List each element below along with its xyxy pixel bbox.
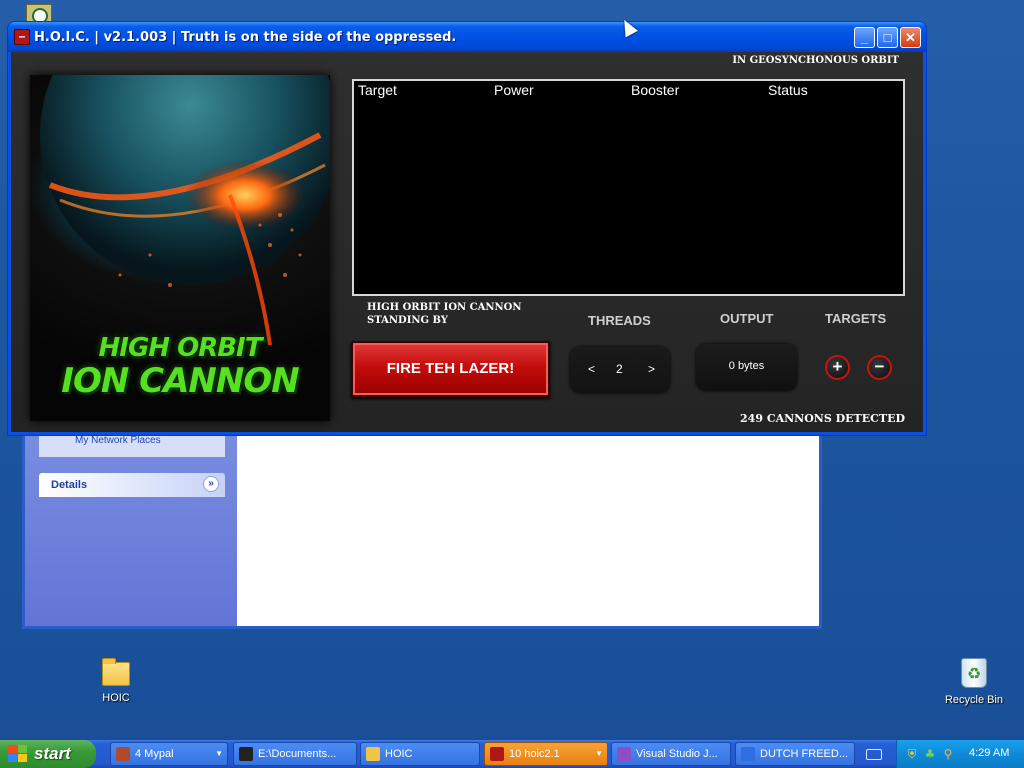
column-header-target[interactable]: Target: [358, 82, 397, 98]
security-shield-icon[interactable]: ⛨: [905, 747, 919, 761]
remove-target-button[interactable]: −: [867, 355, 892, 380]
start-button[interactable]: start: [0, 740, 96, 768]
taskbar-item-dutch-freedom[interactable]: DUTCH FREED...: [735, 742, 855, 766]
threads-increase-button[interactable]: >: [648, 362, 655, 376]
folder-icon: [102, 658, 130, 686]
output-label: OUTPUT: [720, 311, 774, 326]
taskbar: start 4 Mypal ▼ E:\Documents... HOIC 10 …: [0, 740, 1024, 768]
threads-value: 2: [616, 362, 623, 376]
output-display: 0 bytes: [696, 344, 797, 391]
targets-label: TARGETS: [825, 311, 887, 326]
folder-icon: [366, 747, 380, 761]
close-button[interactable]: ✕: [900, 27, 921, 48]
app-icon[interactable]: –: [14, 29, 30, 45]
taskbar-item-7zip[interactable]: E:\Documents...: [233, 742, 357, 766]
network-places-label: My Network Places: [75, 435, 161, 446]
document-icon: [741, 747, 755, 761]
desktop-icon-label: HOIC: [102, 692, 130, 704]
network-icon[interactable]: ♣: [923, 747, 937, 761]
taskbar-item-label: E:\Documents...: [258, 748, 337, 760]
orbit-status-label: IN GEOSYNCHONOUS ORBIT: [732, 55, 899, 66]
search-icon[interactable]: ⚲: [941, 747, 955, 761]
targets-table[interactable]: Target Power Booster Status: [352, 79, 905, 296]
start-label: start: [34, 744, 71, 763]
recycle-bin-icon: [961, 658, 987, 688]
app-icon: [490, 747, 504, 761]
keyboard-icon[interactable]: [866, 749, 882, 760]
cannon-status-text: HIGH ORBIT ION CANNON STANDING BY: [367, 302, 522, 326]
explorer-task-pane: My Network Places Details »: [25, 423, 237, 626]
taskbar-item-label: Visual Studio J...: [636, 748, 718, 760]
chevron-down-icon: ▼: [595, 749, 603, 758]
hoic-poster-image: HIGH ORBIT ION CANNON: [30, 75, 330, 421]
desktop-icon-hoic[interactable]: HOIC: [76, 658, 156, 704]
browser-icon: [116, 747, 130, 761]
windows-flag-icon: [8, 745, 28, 763]
taskbar-item-label: 4 Mypal: [135, 748, 174, 760]
taskbar-item-hoic-app[interactable]: 10 hoic2.1 ▼: [484, 742, 608, 766]
window-title: H.O.I.C. | v2.1.003 | Truth is on the si…: [34, 30, 457, 45]
chevron-down-icon: ▼: [215, 749, 223, 758]
hoic-window: – H.O.I.C. | v2.1.003 | Truth is on the …: [8, 22, 926, 435]
chevron-down-icon[interactable]: »: [203, 476, 219, 492]
maximize-button[interactable]: □: [877, 27, 898, 48]
poster-title-line2: ION CANNON: [61, 361, 299, 401]
taskbar-item-label: HOIC: [385, 748, 413, 760]
taskbar-item-hoic-folder[interactable]: HOIC: [360, 742, 480, 766]
add-target-button[interactable]: +: [825, 355, 850, 380]
desktop-icon-label: Recycle Bin: [944, 694, 1004, 706]
archive-icon: [239, 747, 253, 761]
column-header-power[interactable]: Power: [494, 82, 534, 98]
details-label: Details: [51, 479, 88, 491]
threads-label: THREADS: [588, 313, 651, 328]
taskbar-item-label: DUTCH FREED...: [760, 748, 848, 760]
taskbar-item-mypal[interactable]: 4 Mypal ▼: [110, 742, 228, 766]
explorer-window: My Network Places Details »: [22, 420, 822, 629]
taskbar-item-label: 10 hoic2.1: [509, 748, 560, 760]
desktop-shortcut-icon[interactable]: [26, 4, 52, 24]
hoic-client-area: HIGH ORBIT ION CANNON IN GEOSYNCHONOUS O…: [11, 52, 923, 432]
fire-button[interactable]: FIRE TEH LAZER!: [351, 341, 550, 397]
cannons-detected-label: 249 CANNONS DETECTED: [740, 412, 905, 425]
column-header-booster[interactable]: Booster: [631, 82, 679, 98]
column-header-status[interactable]: Status: [768, 82, 808, 98]
desktop-icon-recycle-bin[interactable]: Recycle Bin: [934, 658, 1014, 706]
threads-decrease-button[interactable]: <: [588, 362, 595, 376]
minimize-button[interactable]: _: [854, 27, 875, 48]
taskbar-item-visual-studio[interactable]: Visual Studio J...: [611, 742, 731, 766]
poster-title-line1: HIGH ORBIT: [98, 333, 263, 363]
visual-studio-icon: [617, 747, 631, 761]
threads-stepper: < 2 >: [570, 347, 670, 393]
title-bar[interactable]: – H.O.I.C. | v2.1.003 | Truth is on the …: [8, 22, 926, 52]
system-tray: ⛨ ♣ ⚲ 4:29 AM: [896, 740, 1024, 768]
details-panel-header[interactable]: Details »: [39, 473, 225, 497]
explorer-content: [237, 423, 819, 626]
clock[interactable]: 4:29 AM: [969, 747, 1009, 759]
